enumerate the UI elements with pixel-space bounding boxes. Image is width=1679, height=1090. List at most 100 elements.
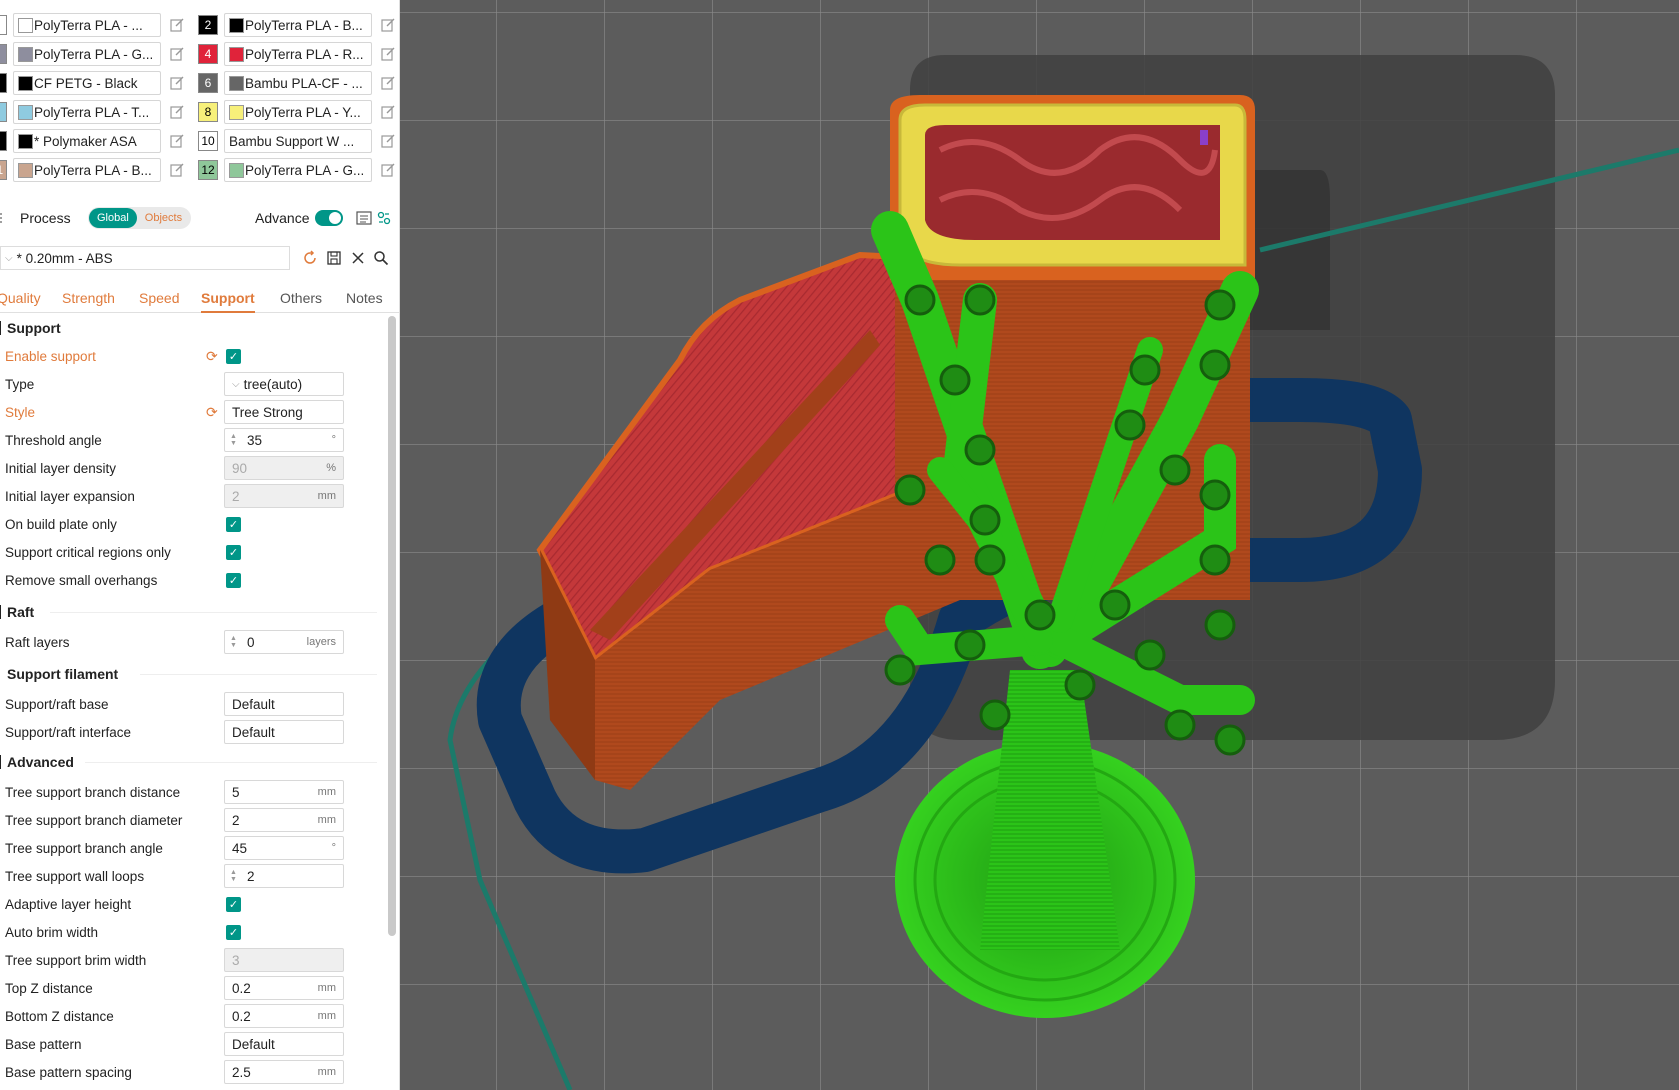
- branch-distance-input[interactable]: 5 mm: [224, 780, 344, 804]
- edit-icon[interactable]: [169, 162, 185, 178]
- remove-small-overhangs-checkbox[interactable]: ✓: [226, 572, 241, 588]
- edit-icon[interactable]: [169, 104, 185, 120]
- section-marker: [0, 321, 1, 335]
- global-objects-toggle[interactable]: Global Objects: [88, 207, 192, 229]
- auto-brim-width-checkbox[interactable]: ✓: [226, 924, 241, 940]
- initial-layer-density-input: 90%: [224, 456, 344, 480]
- bottom-z-distance-input[interactable]: 0.2 mm: [224, 1004, 344, 1028]
- settings-scrollbar[interactable]: [388, 316, 396, 936]
- filament-name: PolyTerra PLA - G...: [245, 162, 365, 178]
- filament-slot-1[interactable]: 1 PolyTerra PLA - ...: [0, 13, 185, 37]
- tab-strength[interactable]: Strength: [62, 284, 115, 312]
- edit-icon[interactable]: [169, 75, 185, 91]
- filament-slot-8[interactable]: 8 PolyTerra PLA - Y...: [198, 100, 396, 124]
- edit-icon[interactable]: [169, 133, 185, 149]
- base-pattern-spacing-input[interactable]: 2.5 mm: [224, 1060, 344, 1084]
- adaptive-layer-height-row: Adaptive layer height ✓: [0, 892, 385, 916]
- settings-tabs: Quality Strength Speed Support Others No…: [0, 284, 399, 313]
- edit-icon[interactable]: [380, 46, 396, 62]
- filament-combo[interactable]: PolyTerra PLA - G...: [13, 42, 161, 66]
- process-preset-combo[interactable]: ⌵ * 0.20mm - ABS: [0, 246, 290, 270]
- edit-icon[interactable]: [380, 133, 396, 149]
- edit-icon[interactable]: [380, 104, 396, 120]
- reset-icon[interactable]: ⟳: [206, 404, 218, 421]
- objects-option[interactable]: Objects: [137, 208, 190, 228]
- edit-icon[interactable]: [380, 17, 396, 33]
- branch-diameter-label: Tree support branch diameter: [5, 812, 183, 828]
- save-icon[interactable]: [326, 250, 342, 266]
- filament-slot-7[interactable]: 7 PolyTerra PLA - T...: [0, 100, 185, 124]
- filament-combo[interactable]: PolyTerra PLA - B...: [13, 158, 161, 182]
- branch-diameter-input[interactable]: 2 mm: [224, 808, 344, 832]
- support-raft-interface-select[interactable]: Default: [224, 720, 344, 744]
- filament-combo[interactable]: PolyTerra PLA - G...: [224, 158, 372, 182]
- filament-combo[interactable]: * Polymaker ASA: [13, 129, 161, 153]
- filament-combo[interactable]: CF PETG - Black: [13, 71, 161, 95]
- initial-layer-density-label: Initial layer density: [5, 460, 117, 476]
- filament-slot-6[interactable]: 6 Bambu PLA-CF - ...: [198, 71, 396, 95]
- filament-number: 1: [0, 15, 7, 35]
- raft-layers-input[interactable]: ▲ ▼ 0 layers: [224, 630, 344, 654]
- close-icon[interactable]: [350, 250, 366, 266]
- type-select[interactable]: ⌵ tree(auto): [224, 372, 344, 396]
- filament-slot-4[interactable]: 4 PolyTerra PLA - R...: [198, 42, 396, 66]
- search-icon[interactable]: [373, 250, 389, 266]
- filament-slot-11[interactable]: 11 PolyTerra PLA - B...: [0, 158, 185, 182]
- spinner-icon[interactable]: ▲ ▼: [230, 433, 237, 447]
- list-view-icon[interactable]: [356, 210, 372, 226]
- edit-icon[interactable]: [380, 75, 396, 91]
- filament-slot-3[interactable]: 3 PolyTerra PLA - G...: [0, 42, 185, 66]
- edit-icon[interactable]: [380, 162, 396, 178]
- section-raft: Raft: [0, 600, 385, 624]
- filament-number: 9: [0, 131, 7, 151]
- global-option[interactable]: Global: [89, 208, 137, 228]
- wall-loops-row: Tree support wall loops ▲ ▼ 2: [0, 864, 385, 888]
- tab-others[interactable]: Others: [280, 284, 322, 312]
- tab-notes[interactable]: Notes: [346, 284, 383, 312]
- adaptive-layer-height-checkbox[interactable]: ✓: [226, 896, 241, 912]
- filament-slot-12[interactable]: 12 PolyTerra PLA - G...: [198, 158, 396, 182]
- filament-combo[interactable]: Bambu PLA-CF - ...: [224, 71, 372, 95]
- support-raft-base-value: Default: [232, 696, 275, 712]
- reset-icon[interactable]: [302, 250, 318, 266]
- edit-icon[interactable]: [169, 46, 185, 62]
- spinner-icon[interactable]: ▲ ▼: [230, 869, 237, 883]
- branch-angle-input[interactable]: 45 °: [224, 836, 344, 860]
- filament-combo[interactable]: PolyTerra PLA - R...: [224, 42, 372, 66]
- unit-label: °: [331, 842, 336, 854]
- compare-icon[interactable]: [376, 210, 392, 226]
- filament-combo[interactable]: PolyTerra PLA - Y...: [224, 100, 372, 124]
- unit-label: °: [331, 434, 336, 446]
- reset-icon[interactable]: ⟳: [206, 348, 218, 365]
- filament-slot-2[interactable]: 2 PolyTerra PLA - B...: [198, 13, 396, 37]
- filament-slot-9[interactable]: 9 * Polymaker ASA: [0, 129, 185, 153]
- wall-loops-input[interactable]: ▲ ▼ 2: [224, 864, 344, 888]
- spinner-icon[interactable]: ▲ ▼: [230, 635, 237, 649]
- bottom-z-distance-value: 0.2: [232, 1008, 251, 1024]
- sliced-model-preview[interactable]: [400, 0, 1679, 1090]
- filament-slot-5[interactable]: 5 CF PETG - Black: [0, 71, 185, 95]
- edit-icon[interactable]: [169, 17, 185, 33]
- filament-combo[interactable]: PolyTerra PLA - ...: [13, 13, 161, 37]
- preview-viewport[interactable]: [400, 0, 1679, 1090]
- threshold-angle-input[interactable]: ▲ ▼ 35 °: [224, 428, 344, 452]
- filament-combo[interactable]: PolyTerra PLA - T...: [13, 100, 161, 124]
- enable-support-checkbox[interactable]: ✓: [226, 348, 241, 364]
- build-plate-only-checkbox[interactable]: ✓: [226, 516, 241, 532]
- style-select[interactable]: Tree Strong: [224, 400, 344, 424]
- advance-switch[interactable]: [315, 210, 343, 226]
- raft-layers-row: Raft layers ▲ ▼ 0 layers: [0, 630, 385, 654]
- base-pattern-value: Default: [232, 1036, 275, 1052]
- filament-combo[interactable]: Bambu Support W ...: [224, 129, 372, 153]
- base-pattern-spacing-label: Base pattern spacing: [5, 1064, 132, 1080]
- filament-slot-10[interactable]: 10 Bambu Support W ...: [198, 129, 396, 153]
- top-z-distance-input[interactable]: 0.2 mm: [224, 976, 344, 1000]
- critical-regions-checkbox[interactable]: ✓: [226, 544, 241, 560]
- filament-combo[interactable]: PolyTerra PLA - B...: [224, 13, 372, 37]
- tab-speed[interactable]: Speed: [139, 284, 179, 312]
- tab-support[interactable]: Support: [201, 284, 255, 313]
- process-title: Process: [20, 210, 71, 226]
- tab-quality[interactable]: Quality: [0, 284, 41, 312]
- base-pattern-select[interactable]: Default: [224, 1032, 344, 1056]
- support-raft-base-select[interactable]: Default: [224, 692, 344, 716]
